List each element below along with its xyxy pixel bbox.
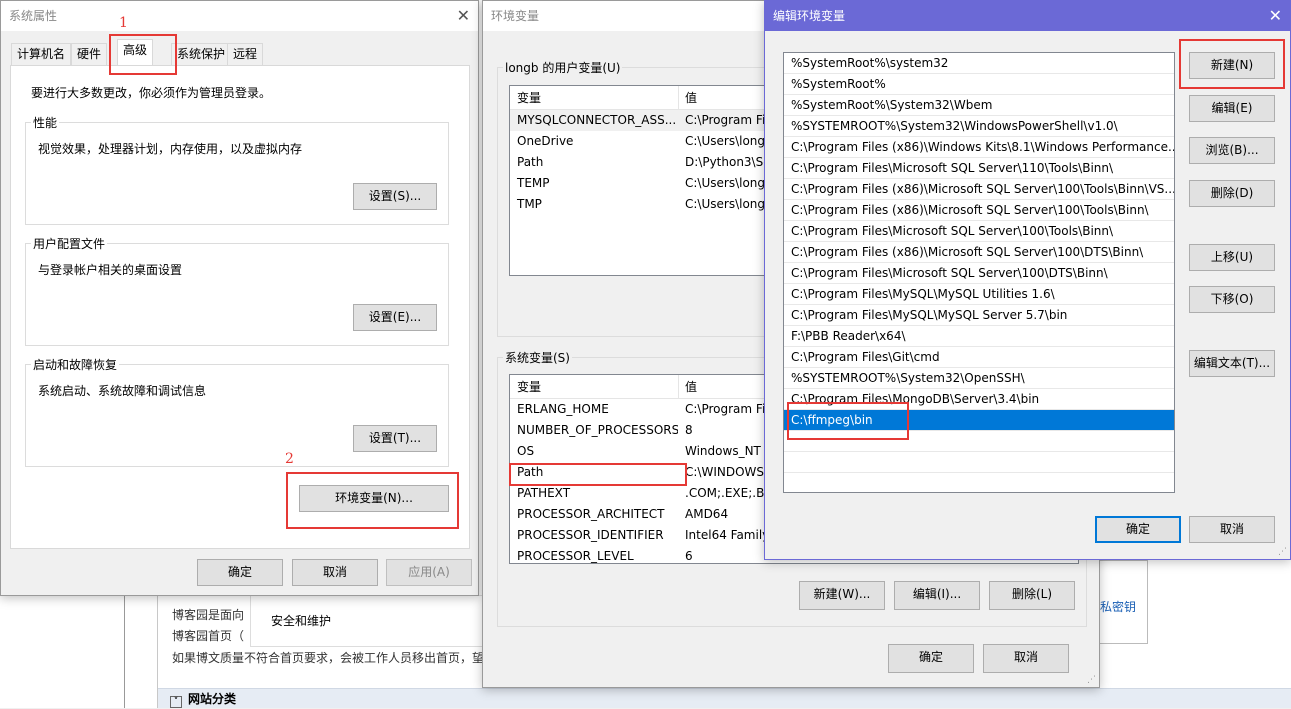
startup-settings-button[interactable]: 设置(T)...: [353, 425, 437, 452]
list-item[interactable]: C:\Program Files\Microsoft SQL Server\10…: [784, 263, 1174, 284]
delete-variable-button[interactable]: 删除(L): [989, 581, 1075, 610]
list-item[interactable]: %SystemRoot%\system32: [784, 53, 1174, 74]
empty-list-row[interactable]: [784, 452, 1174, 473]
column-header-variable[interactable]: 变量: [510, 375, 541, 399]
empty-list-row[interactable]: [784, 473, 1174, 492]
new-path-button[interactable]: 新建(N): [1189, 52, 1275, 79]
resize-grip-icon[interactable]: ⋰: [1087, 675, 1096, 685]
tab-advanced[interactable]: 高级: [117, 39, 154, 66]
ok-button[interactable]: 确定: [888, 644, 974, 673]
ok-button[interactable]: 确定: [197, 559, 283, 586]
variable-name: PROCESSOR_LEVEL: [517, 549, 634, 563]
variable-name: MYSQLCONNECTOR_ASS...: [517, 113, 677, 127]
list-item[interactable]: %SystemRoot%\System32\Wbem: [784, 95, 1174, 116]
tab-system-protection[interactable]: 系统保护: [171, 43, 232, 65]
resize-grip-icon[interactable]: ⋰: [1278, 547, 1287, 557]
category-bar-label: 网站分类: [188, 692, 237, 706]
key-link[interactable]: 私密钥: [1100, 598, 1136, 615]
annotation-step-2: 2: [285, 451, 294, 467]
profile-desc: 与登录帐户相关的桌面设置: [38, 263, 183, 277]
system-properties-titlebar[interactable]: 系统属性 ✕: [1, 1, 478, 31]
list-item[interactable]: C:\Program Files (x86)\Microsoft SQL Ser…: [784, 242, 1174, 263]
blog-line-2: 博客园首页（: [172, 629, 245, 643]
tab-computer-name[interactable]: 计算机名: [11, 43, 72, 65]
edit-env-title: 编辑环境变量: [773, 9, 846, 23]
variable-name: ERLANG_HOME: [517, 402, 609, 416]
browse-button[interactable]: 浏览(B)...: [1189, 137, 1275, 164]
variable-name: TMP: [517, 197, 542, 211]
edit-path-button[interactable]: 编辑(E): [1189, 95, 1275, 122]
performance-settings-button[interactable]: 设置(S)...: [353, 183, 437, 210]
variable-name: PROCESSOR_ARCHITECT: [517, 507, 665, 521]
delete-path-button[interactable]: 删除(D): [1189, 180, 1275, 207]
blog-line-3: 如果博文质量不符合首页要求，会被工作人员移出首页，望: [172, 651, 485, 665]
performance-desc: 视觉效果，处理器计划，内存使用，以及虚拟内存: [38, 142, 303, 156]
edit-text-button[interactable]: 编辑文本(T)...: [1189, 350, 1275, 377]
blog-line-1: 博客园是面向: [172, 608, 245, 622]
environment-variables-button[interactable]: 环境变量(N)...: [299, 485, 449, 512]
cancel-button[interactable]: 取消: [983, 644, 1069, 673]
empty-list-row[interactable]: [784, 431, 1174, 452]
chevron-down-icon: ˅: [170, 696, 182, 708]
startup-label: 启动和故障恢复: [31, 356, 120, 373]
list-item[interactable]: C:\Program Files\MongoDB\Server\3.4\bin: [784, 389, 1174, 410]
control-panel-fragment: 安全和维护: [250, 595, 485, 647]
list-item[interactable]: C:\Program Files\Microsoft SQL Server\11…: [784, 158, 1174, 179]
list-item[interactable]: C:\Program Files (x86)\Microsoft SQL Ser…: [784, 179, 1174, 200]
move-down-button[interactable]: 下移(O): [1189, 286, 1275, 313]
edit-variable-button[interactable]: 编辑(I)...: [894, 581, 980, 610]
tab-remote[interactable]: 远程: [227, 43, 264, 65]
startup-desc: 系统启动、系统故障和调试信息: [38, 384, 207, 398]
variable-name: NUMBER_OF_PROCESSORS: [517, 423, 678, 437]
cancel-button[interactable]: 取消: [1189, 516, 1275, 543]
profile-label: 用户配置文件: [31, 235, 108, 252]
control-panel-item[interactable]: 安全和维护: [271, 612, 331, 629]
new-variable-button[interactable]: 新建(W)...: [799, 581, 885, 610]
list-item[interactable]: C:\ffmpeg\bin: [784, 410, 1174, 431]
list-item[interactable]: %SYSTEMROOT%\System32\WindowsPowerShell\…: [784, 116, 1174, 137]
column-header-variable[interactable]: 变量: [510, 86, 541, 110]
left-divider: [124, 590, 158, 708]
variable-name: OneDrive: [517, 134, 574, 148]
user-variables-label: longb 的用户变量(U): [503, 59, 623, 76]
system-properties-title: 系统属性: [9, 9, 58, 23]
cancel-button[interactable]: 取消: [292, 559, 378, 586]
system-variables-label: 系统变量(S): [503, 349, 572, 366]
variable-name: Path: [517, 155, 544, 169]
variable-name: Path: [517, 465, 544, 479]
variable-name: TEMP: [517, 176, 550, 190]
performance-label: 性能: [31, 114, 60, 131]
environment-variables-title: 环境变量: [491, 9, 540, 23]
list-item[interactable]: C:\Program Files\MySQL\MySQL Server 5.7\…: [784, 305, 1174, 326]
close-icon[interactable]: ✕: [457, 1, 470, 31]
profile-settings-button[interactable]: 设置(E)...: [353, 304, 437, 331]
variable-name: OS: [517, 444, 535, 458]
tab-hardware[interactable]: 硬件: [71, 43, 108, 65]
advanced-tab-panel: 要进行大多数更改，你必须作为管理员登录。 性能 视觉效果，处理器计划，内存使用，…: [10, 65, 470, 549]
column-header-value[interactable]: 值: [678, 375, 697, 399]
variable-name: PROCESSOR_IDENTIFIER: [517, 528, 664, 542]
move-up-button[interactable]: 上移(U): [1189, 244, 1275, 271]
edit-env-titlebar[interactable]: 编辑环境变量 ✕: [765, 1, 1290, 31]
list-item[interactable]: F:\PBB Reader\x64\: [784, 326, 1174, 347]
apply-button[interactable]: 应用(A): [386, 559, 472, 586]
list-item[interactable]: %SystemRoot%: [784, 74, 1174, 95]
ok-button[interactable]: 确定: [1095, 516, 1181, 543]
list-item[interactable]: C:\Program Files\Microsoft SQL Server\10…: [784, 221, 1174, 242]
column-header-value[interactable]: 值: [678, 86, 697, 110]
list-item[interactable]: C:\Program Files\Git\cmd: [784, 347, 1174, 368]
annotation-step-1: 1: [119, 15, 128, 31]
system-properties-window: 系统属性 ✕ 计算机名 硬件 高级 系统保护 远程 要进行大多数更改，你必须作为…: [0, 0, 479, 596]
list-item[interactable]: C:\Program Files (x86)\Microsoft SQL Ser…: [784, 200, 1174, 221]
list-item[interactable]: %SYSTEMROOT%\System32\OpenSSH\: [784, 368, 1174, 389]
path-list[interactable]: %SystemRoot%\system32 %SystemRoot% %System…: [783, 52, 1175, 493]
admin-note: 要进行大多数更改，你必须作为管理员登录。: [31, 86, 272, 100]
close-icon[interactable]: ✕: [1269, 1, 1282, 31]
category-bar[interactable]: ˅ 网站分类: [158, 688, 1291, 708]
list-item[interactable]: C:\Program Files (x86)\Windows Kits\8.1\…: [784, 137, 1174, 158]
edit-environment-variable-window: 编辑环境变量 ✕ %SystemRoot%\system32 %SystemRoo…: [764, 0, 1291, 560]
list-item[interactable]: C:\Program Files\MySQL\MySQL Utilities 1…: [784, 284, 1174, 305]
variable-name: PATHEXT: [517, 486, 571, 500]
